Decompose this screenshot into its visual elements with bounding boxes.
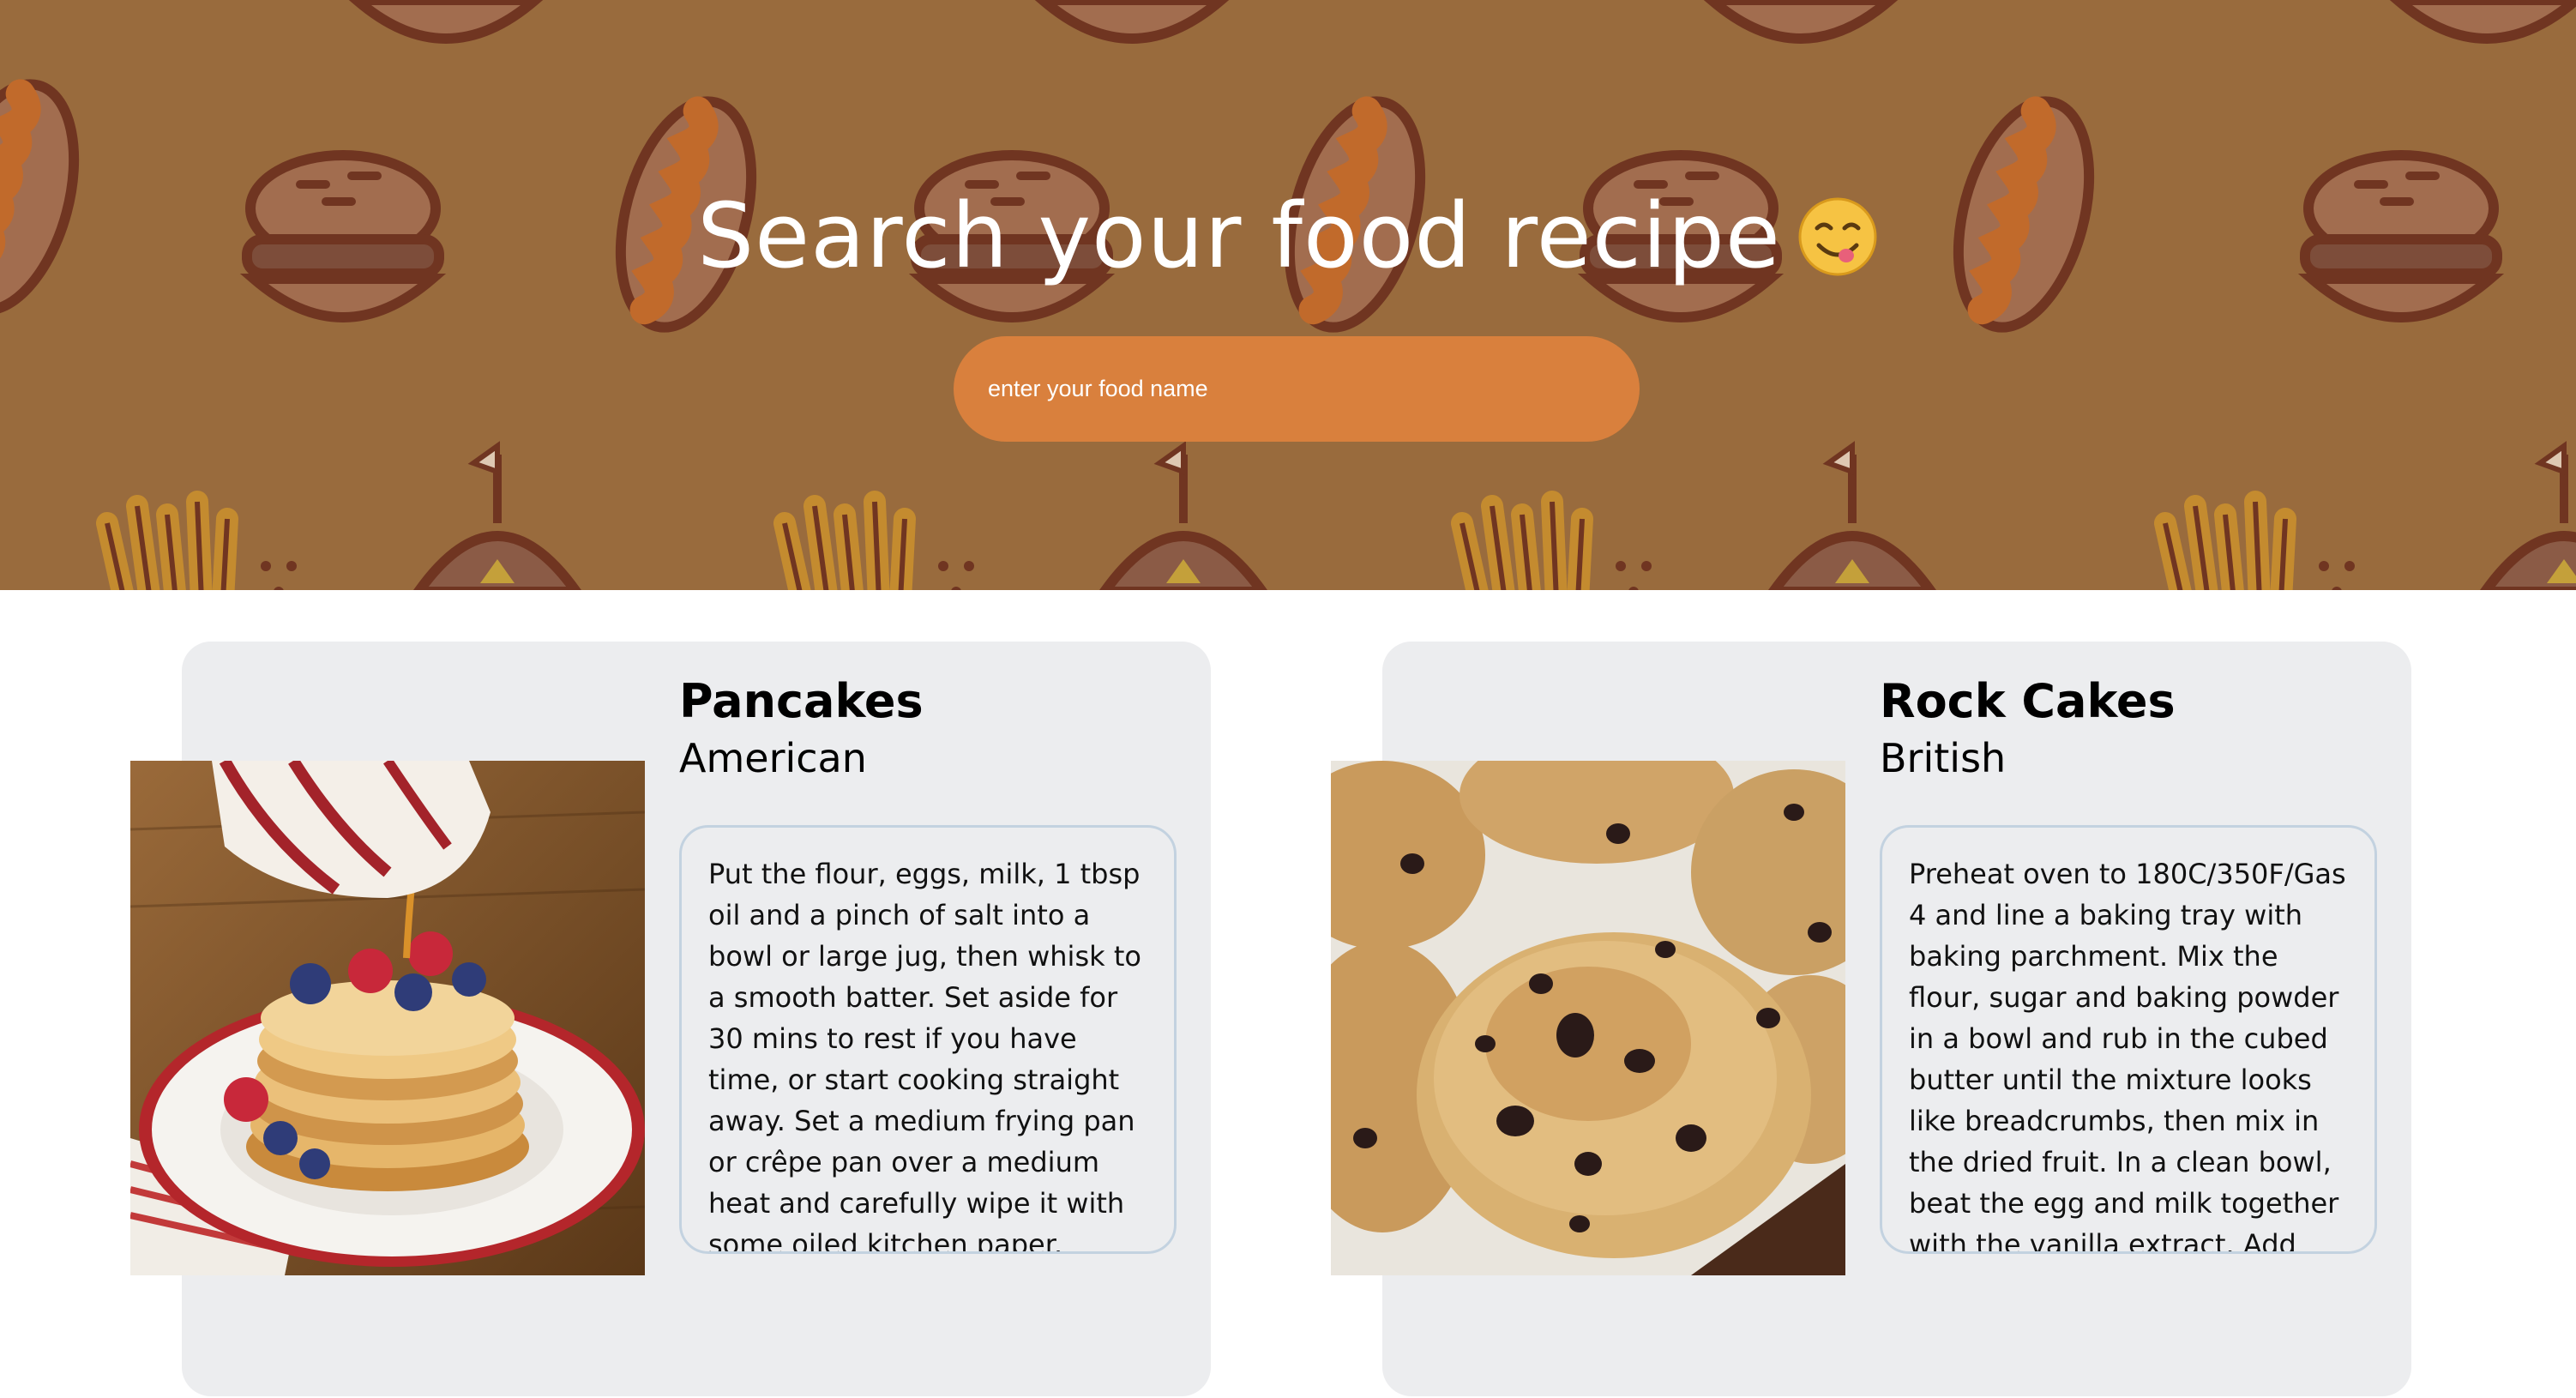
recipe-cuisine: British [1880, 735, 2007, 781]
recipe-image-rock-cakes [1331, 761, 1845, 1275]
page-title-text: Search your food recipe [697, 184, 1781, 288]
recipe-title: Rock Cakes [1880, 674, 2176, 728]
search-input[interactable] [954, 336, 1640, 442]
page-title: Search your food recipe [0, 176, 2576, 296]
recipe-instructions[interactable]: Preheat oven to 180C/350F/Gas 4 and line… [1880, 825, 2377, 1254]
recipe-cuisine: American [679, 735, 867, 781]
recipe-instructions[interactable]: Put the flour, eggs, milk, 1 tbsp oil an… [679, 825, 1177, 1254]
recipe-image-pancakes [130, 761, 645, 1275]
yum-face-emoji-icon [1798, 197, 1877, 276]
hero-header: Search your food recipe [0, 0, 2576, 590]
recipe-title: Pancakes [679, 674, 924, 728]
